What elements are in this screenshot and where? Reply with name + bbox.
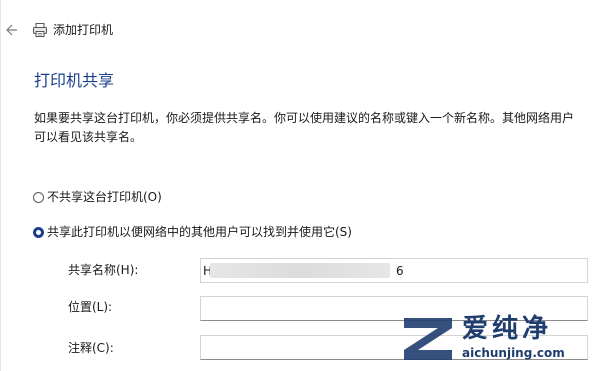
share-option[interactable]: 共享此打印机以便网络中的其他用户可以找到并使用它(S) xyxy=(33,224,352,240)
page-title: 打印机共享 xyxy=(34,71,115,90)
share-name-value-end: 6 xyxy=(396,264,404,278)
comment-label: 注释(C): xyxy=(68,341,114,355)
watermark-logo: 爱纯净 aichunjing.com xyxy=(398,314,593,371)
window-title: 添加打印机 xyxy=(53,23,114,37)
watermark-mark-icon xyxy=(404,318,452,360)
back-arrow-icon xyxy=(6,24,17,36)
share-label: 共享此打印机以便网络中的其他用户可以找到并使用它(S) xyxy=(47,225,352,239)
redacted-share-name xyxy=(210,263,390,278)
description-text: 如果要共享这台打印机，你必须提供共享名。你可以使用建议的名称或键入一个新名称。其… xyxy=(34,111,575,144)
no-share-option[interactable]: 不共享这台打印机(O) xyxy=(33,189,162,205)
share-name-label: 共享名称(H): xyxy=(68,263,139,277)
add-printer-dialog: 添加打印机 打印机共享 如果要共享这台打印机，你必须提供共享名。你可以使用建议的… xyxy=(0,0,597,371)
watermark-text: 爱纯净 xyxy=(462,314,553,344)
back-button[interactable] xyxy=(4,22,20,38)
watermark-url: aichunjing.com xyxy=(462,346,565,360)
location-label: 位置(L): xyxy=(68,300,113,314)
no-share-radio[interactable] xyxy=(33,191,44,203)
printer-icon xyxy=(33,23,47,37)
no-share-label: 不共享这台打印机(O) xyxy=(47,190,162,204)
share-radio[interactable] xyxy=(33,226,44,238)
